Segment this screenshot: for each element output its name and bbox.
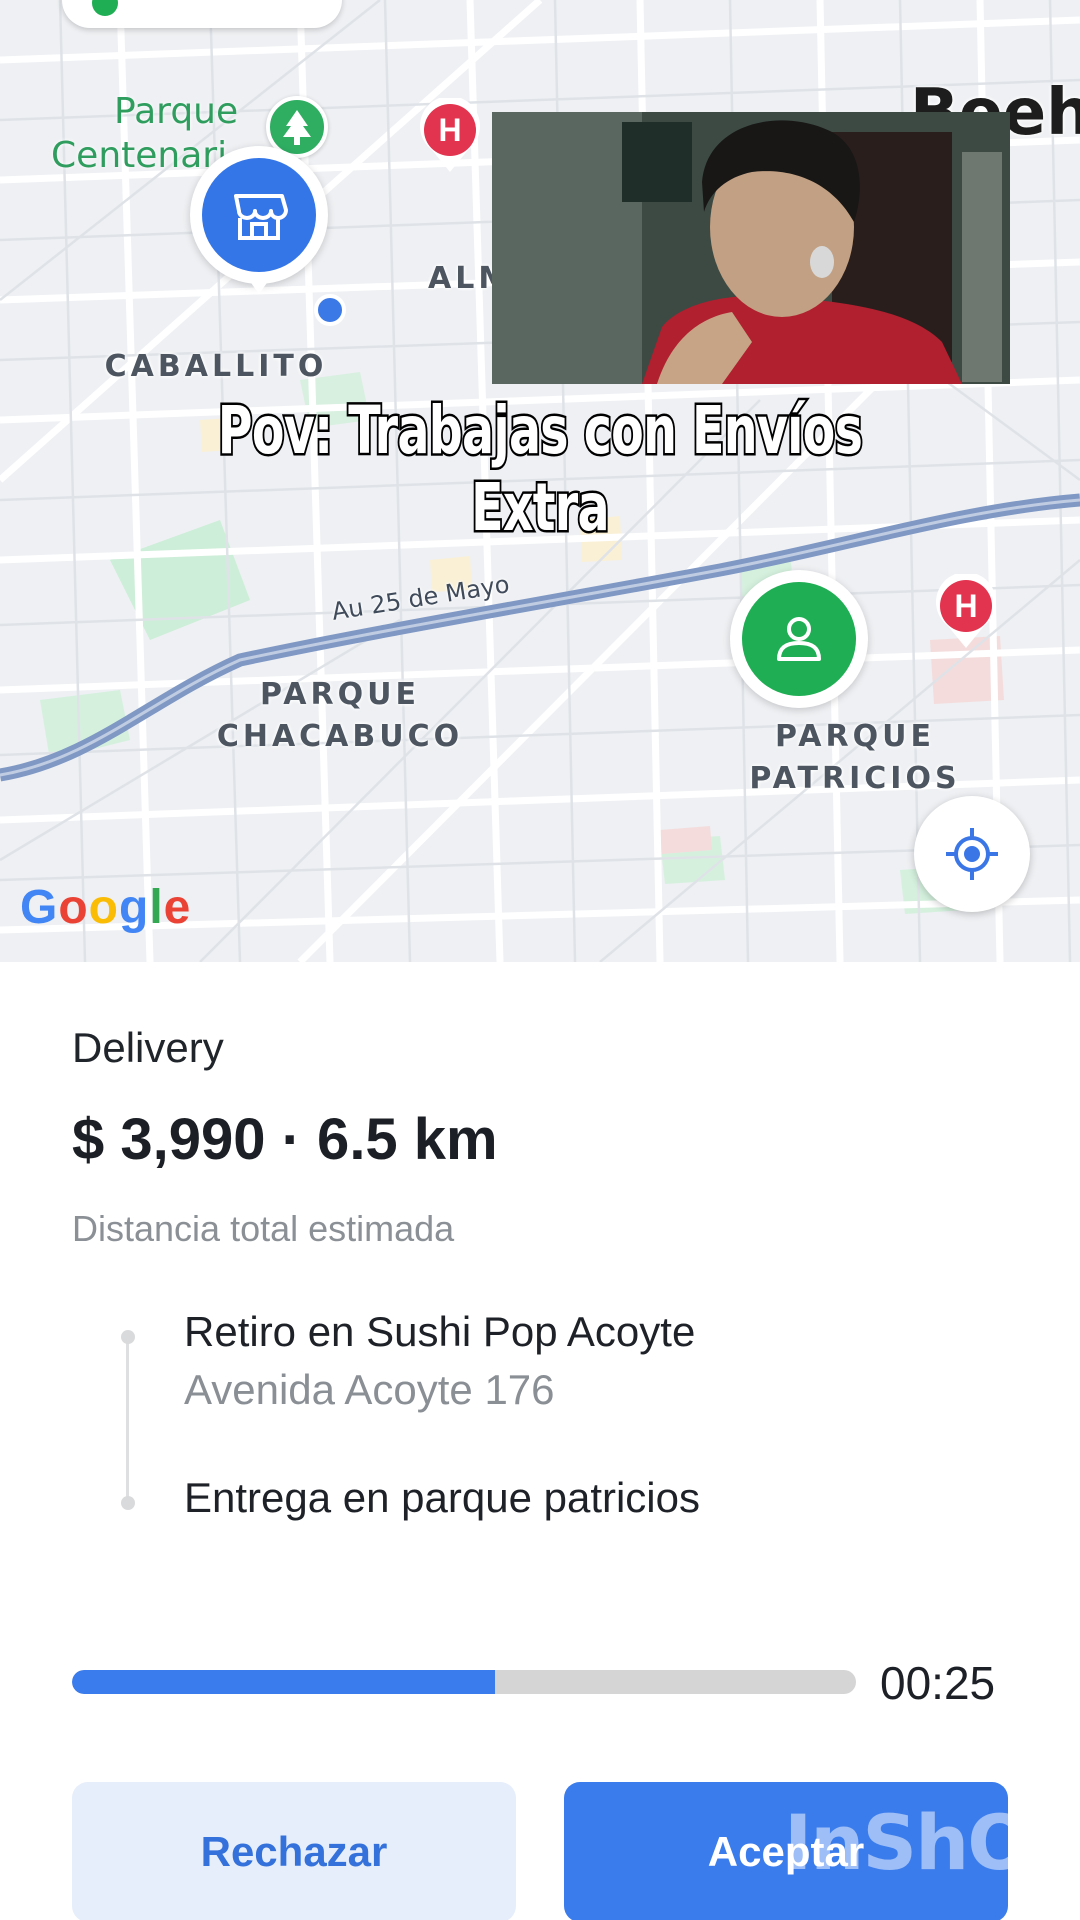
top-status-pill[interactable] [62,0,342,28]
area-label-line: PATRICIOS [749,761,961,796]
google-logo-letter: o [58,881,89,934]
google-logo-letter: g [119,881,150,934]
google-logo-letter: o [88,881,119,934]
route-connector-line [126,1334,129,1502]
dropoff-dot [121,1496,135,1510]
webcam-overlay [492,112,1010,384]
store-marker-tail [249,280,269,294]
google-logo-letter: e [163,881,192,934]
pickup-store-marker[interactable] [202,158,316,272]
my-location-icon [946,828,998,880]
dropoff-customer-marker[interactable] [742,582,856,696]
area-label-parque-patricios: PARQUE PATRICIOS [740,716,970,800]
current-location-dot [314,294,346,326]
recenter-button[interactable] [914,796,1030,912]
pickup-address: Avenida Acoyte 176 [184,1366,555,1413]
pickup-title: Retiro en Sushi Pop Acoyte [184,1308,696,1355]
offer-timer-text: 00:25 [880,1657,996,1709]
store-icon [234,194,288,240]
webcam-image [492,112,1010,384]
google-logo: Google [20,880,191,935]
google-logo-letter: G [20,881,59,934]
area-label-parque-chacabuco: PARQUE CHACABUCO [210,674,470,758]
inshot-watermark: InShOt [784,1798,1066,1887]
reject-button[interactable]: Rechazar [72,1782,516,1920]
offer-timer-progress [72,1670,856,1694]
area-label-line: CHACABUCO [216,719,464,754]
distance-caption: Distancia total estimada [72,1208,455,1249]
park-label-centenario: Parque Centenari [40,90,238,178]
hospital-badge-text: H [438,112,461,148]
offer-timer-progress-fill [72,1670,496,1694]
area-label-caballito: CABALLITO [104,349,328,384]
google-logo-letter: l [149,881,164,934]
hospital-icon[interactable]: H [934,572,998,650]
park-label-line1: Parque [114,91,239,132]
area-label-line: PARQUE [775,719,935,754]
price-distance: $ 3,990 · 6.5 km [72,1107,498,1172]
dropoff-title: Entrega en parque patricios [184,1474,700,1521]
person-icon [777,617,821,661]
pickup-dot [121,1330,135,1344]
hospital-icon[interactable]: H [418,96,482,174]
hospital-badge-text: H [954,588,977,624]
service-type-label: Delivery [72,1024,224,1071]
order-offer-sheet: Delivery $ 3,990 · 6.5 km Distancia tota… [0,962,1080,1920]
video-caption: Pov: Trabajas con Envíos Extra [216,390,865,549]
area-label-line: PARQUE [260,677,420,712]
online-status-dot [92,0,118,16]
